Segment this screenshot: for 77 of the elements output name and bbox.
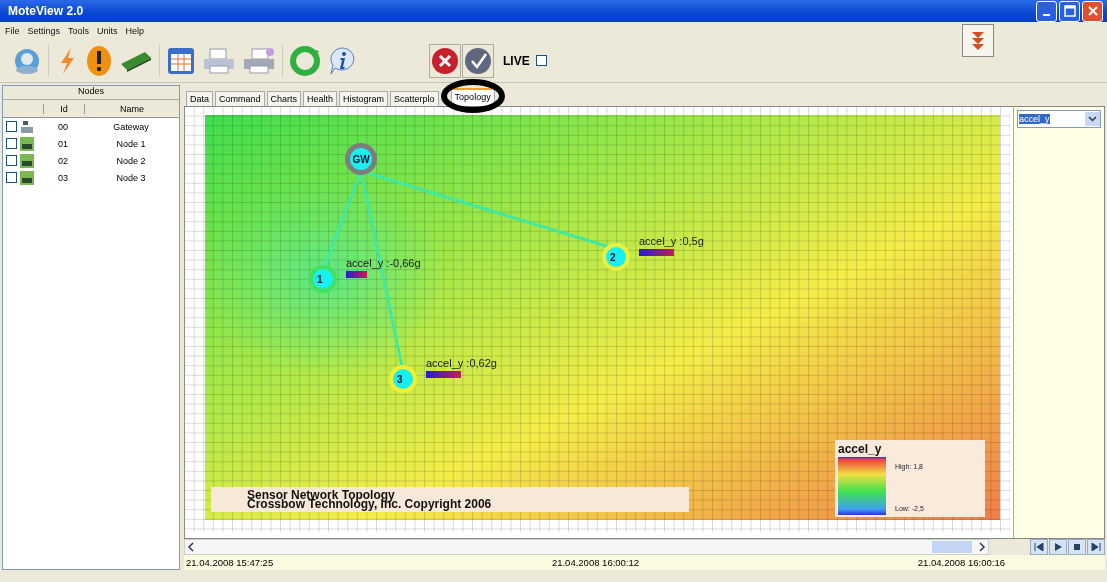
window-title: MoteView 2.0 [8, 4, 84, 18]
tab[interactable]: Histogram [339, 91, 389, 106]
scroll-left-icon[interactable] [187, 542, 195, 552]
tab[interactable]: Command [215, 91, 265, 106]
spreadsheet-icon[interactable] [166, 45, 196, 76]
row-checkbox[interactable] [6, 155, 17, 166]
tab[interactable]: Data [186, 91, 213, 106]
live-checkbox[interactable] [535, 55, 547, 66]
close-button[interactable] [1082, 0, 1103, 22]
table-cell-text: Gateway [112, 121, 150, 132]
triple-arrow-icon [970, 29, 986, 52]
table-cell-text: 01 [57, 138, 69, 149]
panel-header: Nodes [3, 86, 179, 100]
column-header[interactable]: Name [84, 103, 179, 114]
table-cell-text: 03 [57, 172, 69, 183]
sensor-node[interactable]: 3 [389, 365, 417, 393]
sensor-node[interactable]: 1 [309, 265, 337, 293]
play-button[interactable] [1049, 539, 1067, 555]
reading-bar [346, 271, 367, 278]
color-scale [838, 457, 886, 515]
timestamp: 21.04.2008 16:00:12 [551, 557, 640, 568]
table-cell-text: Node 2 [115, 155, 147, 166]
table-cell-text: 00 [57, 121, 69, 132]
caret-icon [1088, 116, 1097, 122]
reading-bar [426, 371, 461, 378]
minimize-button[interactable] [1036, 0, 1057, 22]
row-checkbox[interactable] [6, 138, 17, 149]
warning-icon[interactable] [85, 44, 113, 77]
last-button[interactable] [1087, 539, 1105, 555]
reading-label: accel_y :0,62g [426, 357, 497, 369]
skip-forward-icon [1091, 543, 1101, 551]
table-cell-text: 02 [57, 155, 69, 166]
row-checkbox[interactable] [6, 172, 17, 183]
tab[interactable]: Charts [266, 91, 302, 106]
gateway-node[interactable]: GW [345, 143, 377, 175]
horizontal-scrollbar[interactable] [184, 539, 989, 555]
timestamp: 21.04.2008 16:00:16 [917, 557, 1005, 568]
highlight-ellipse [440, 78, 505, 114]
menu-item[interactable]: File [5, 25, 20, 36]
scroll-right-icon[interactable] [978, 542, 986, 552]
tab[interactable]: Scatterplo [390, 91, 439, 106]
mote-icon [20, 153, 34, 168]
table-cell-text: Node 1 [115, 138, 147, 149]
tab[interactable]: Topology [450, 88, 495, 106]
maximize-button[interactable] [1059, 0, 1080, 22]
column-header[interactable]: Id [43, 103, 84, 114]
gateway-icon [20, 119, 34, 134]
sensor-dropdown[interactable]: accel_y [1017, 110, 1101, 128]
collapse-button[interactable] [962, 24, 994, 57]
tab[interactable]: Health [303, 91, 338, 106]
mote-icon [20, 136, 34, 151]
menu-item[interactable]: Settings [27, 25, 61, 36]
skip-back-icon [1034, 543, 1044, 551]
menu-item[interactable]: Tools [68, 25, 90, 36]
stop-icon [1072, 543, 1082, 551]
legend-title: accel_y [838, 442, 882, 456]
mote-icon [20, 170, 34, 185]
close-icon [1086, 5, 1099, 17]
minimize-icon [1043, 14, 1050, 16]
first-button[interactable] [1030, 539, 1048, 555]
reading-label: accel_y :0,5g [639, 235, 704, 247]
reading-label: accel_y :-0,66g [346, 257, 421, 269]
timestamp: 21.04.2008 15:47:25 [186, 557, 274, 568]
printer-icon[interactable] [242, 45, 276, 76]
maximize-icon [1063, 5, 1076, 17]
stop-button[interactable] [429, 43, 461, 78]
menu-item[interactable]: Help [125, 25, 145, 36]
play-icon [1053, 543, 1063, 551]
stop-button[interactable] [1068, 539, 1086, 555]
reading-bar [639, 249, 674, 256]
menu-item[interactable]: Units [97, 25, 118, 36]
sensor-node[interactable]: 2 [602, 243, 630, 271]
live-label: LIVE [503, 53, 530, 68]
scroll-thumb[interactable] [932, 541, 972, 553]
table-cell-text: Node 3 [115, 172, 147, 183]
confirm-button[interactable] [462, 43, 494, 78]
row-checkbox[interactable] [6, 121, 17, 132]
